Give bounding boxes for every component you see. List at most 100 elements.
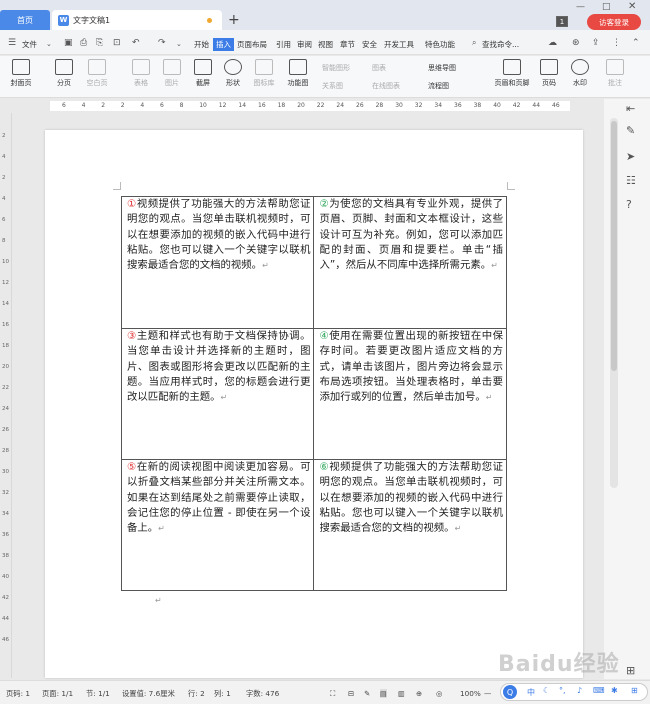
status-word-count[interactable]: 字数: 476 [246, 689, 279, 699]
tab-features[interactable]: 特色功能 [425, 39, 455, 50]
tab-reference[interactable]: 引用 [276, 39, 291, 50]
tab-security[interactable]: 安全 [362, 39, 377, 50]
window-count-badge[interactable]: 1 [556, 16, 568, 27]
fullscreen-icon[interactable]: ⛶ [330, 689, 335, 699]
status-section: 节: 1/1 [86, 689, 110, 698]
more-icon[interactable]: ⌄ [176, 40, 182, 48]
select-cursor-icon[interactable]: ➤ [626, 150, 635, 163]
vruler-tick-label: 32 [2, 490, 9, 496]
table-cell[interactable]: ③主题和样式也有助于文档保持协调。当您单击设计并选择新的主题时，图片、图表或图形… [120, 328, 315, 460]
edit-view-icon[interactable]: ✎ [364, 689, 370, 698]
cloud-icon[interactable]: ☁ [548, 38, 557, 48]
mind-map-button[interactable]: 思维导图 [428, 63, 456, 73]
table-cell[interactable]: ①视频提供了功能强大的方法帮助您证明您的观点。当您单击联机视频时，可以在想要添加… [120, 196, 315, 329]
search-icon[interactable]: ⌕ [472, 38, 476, 48]
document-page[interactable]: ①视频提供了功能强大的方法帮助您证明您的观点。当您单击联机视频时，可以在想要添加… [45, 130, 583, 678]
zoom-out-icon[interactable]: — [484, 689, 491, 698]
comment-button[interactable]: 批注 [598, 59, 632, 88]
smart-shape-button[interactable]: 智能图形 [322, 63, 350, 73]
web-view-icon[interactable]: ⊕ [416, 689, 422, 698]
flowchart-button[interactable]: 流程图 [428, 81, 449, 91]
ime-tools-icon[interactable]: ✱ [611, 686, 618, 695]
edit-pen-icon[interactable]: ✎ [626, 124, 635, 137]
maximize-icon[interactable]: □ [602, 2, 611, 12]
help-icon[interactable]: ? [626, 198, 632, 211]
table-cell[interactable]: ⑥视频提供了功能强大的方法帮助您证明您的观点。当您单击联机视频时，可以在想要添加… [313, 459, 507, 591]
ime-chinese-mode[interactable]: 中 [527, 687, 535, 698]
vertical-ruler[interactable]: 2 4 2 4 6 8 10 12 14 16 18 20 22 24 26 28 30 32 34 36 38 40 42… [0, 113, 12, 678]
document-tab[interactable]: W 文字文稿1 [52, 10, 222, 30]
page-break-button[interactable]: 分页 [47, 59, 81, 88]
search-command[interactable]: 查找命令... [482, 39, 519, 50]
chevron-down-icon[interactable]: ⌄ [46, 40, 52, 48]
blank-page-button[interactable]: 空白页 [80, 59, 114, 88]
tab-chapter[interactable]: 章节 [340, 39, 355, 50]
screenshot-button[interactable]: 截屏 [186, 59, 220, 88]
ime-punct-icon[interactable]: °, [559, 686, 566, 695]
ime-toolbar[interactable]: Q 中 ☾ °, ♪ ⌨ ✱ ⊞ [500, 683, 648, 701]
outline-view-icon[interactable]: ⊟ [348, 689, 354, 698]
home-tab[interactable]: 首页 [0, 10, 50, 30]
picture-button[interactable]: 图片 [155, 59, 189, 88]
tab-view[interactable]: 视图 [318, 39, 333, 50]
undo-icon[interactable]: ↶ [132, 38, 140, 48]
header-footer-button[interactable]: 页眉和页脚 [492, 59, 532, 88]
horizontal-ruler[interactable]: 6 4 2 2 4 6 8 10 12 14 16 18 20 22 24 26 28 30 32 34 36 38 40 4… [0, 99, 604, 113]
share-icon[interactable]: ⇪ [592, 38, 600, 48]
ime-keyboard-icon[interactable]: ⌨ [593, 686, 605, 695]
table-cell[interactable]: ②为使您的文档具有专业外观，提供了页眉、页脚、封面和文本框设计，这些设计可互为补… [313, 196, 507, 329]
table-cell[interactable]: ④使用在需要位置出现的新按钮在中保存时间。若要更改图片适应文档的方式，请单击该图… [313, 328, 507, 460]
tab-page-layout[interactable]: 页面布局 [237, 39, 267, 50]
side-panel-toggle-icon[interactable]: ⇤ [626, 102, 635, 115]
tab-review[interactable]: 审阅 [297, 39, 312, 50]
status-setting-value: 设置值: 7.6厘米 [122, 689, 175, 698]
print-icon[interactable]: ⎘ [96, 38, 103, 48]
function-chart-icon [289, 59, 307, 75]
ribbon-toolbar: 封面页 分页 空白页 表格 图片 截屏 形状 图标库 功能图 智能图形 图表 关… [0, 56, 650, 98]
file-menu[interactable]: 文件 [22, 39, 37, 50]
reading-view-icon[interactable]: ▥ [398, 689, 405, 698]
table-button[interactable]: 表格 [124, 59, 158, 88]
settings-sliders-icon[interactable]: ☷ [626, 174, 636, 187]
ime-menu-icon[interactable]: ⊞ [631, 686, 638, 695]
vruler-tick-label: 20 [2, 364, 9, 370]
table-cell[interactable]: ⑤在新的阅读视图中阅读更加容易。可以折叠文档某些部分并关注所需文本。如果在达到结… [120, 459, 315, 591]
minimize-icon[interactable]: — [576, 2, 585, 12]
visitor-login-button[interactable]: 访客登录 [587, 14, 641, 30]
zoom-level[interactable]: 100% [460, 689, 481, 698]
watermark-button[interactable]: 水印 [563, 59, 597, 88]
document-table[interactable]: ①视频提供了功能强大的方法帮助您证明您的观点。当您单击联机视频时，可以在想要添加… [120, 196, 507, 591]
tab-start[interactable]: 开始 [194, 39, 209, 50]
redo-icon[interactable]: ↷ [158, 38, 166, 48]
vruler-tick-label: 12 [2, 280, 9, 286]
export-pdf-icon[interactable]: ⎙ [80, 38, 87, 48]
ime-moon-icon[interactable]: ☾ [543, 686, 550, 695]
function-chart-button[interactable]: 功能图 [281, 59, 315, 88]
more-options-icon[interactable]: ⋮ [612, 38, 621, 48]
page-number-button[interactable]: 页码 [532, 59, 566, 88]
picture-icon [163, 59, 181, 75]
cover-page-button[interactable]: 封面页 [4, 59, 38, 88]
chart-button[interactable]: 图表 [372, 63, 386, 73]
ruler-tick-label: 26 [356, 102, 364, 109]
shape-button[interactable]: 形状 [216, 59, 250, 88]
paragraph-mark: ↵ [485, 393, 493, 403]
collapse-ribbon-icon[interactable]: ⌃ [632, 38, 640, 48]
relation-chart-button[interactable]: 关系图 [322, 81, 343, 91]
tab-developer[interactable]: 开发工具 [384, 39, 414, 50]
vruler-tick-label: 26 [2, 427, 9, 433]
apps-grid-icon[interactable]: ⊞ [626, 664, 635, 677]
menu-icon[interactable]: ☰ [8, 38, 16, 48]
online-chart-button[interactable]: 在线图表 [372, 81, 400, 91]
preview-icon[interactable]: ⊡ [113, 38, 121, 48]
collaborate-icon[interactable]: ⊛ [572, 38, 580, 48]
new-tab-button[interactable]: + [228, 12, 240, 28]
ime-mic-icon[interactable]: ♪ [577, 686, 582, 695]
save-icon[interactable]: ▣ [64, 38, 73, 48]
close-icon[interactable]: ✕ [628, 1, 636, 12]
icon-library-button[interactable]: 图标库 [247, 59, 281, 88]
scrollbar-thumb[interactable] [611, 121, 617, 371]
page-view-icon[interactable]: ▤ [380, 689, 387, 698]
tab-insert[interactable]: 插入 [213, 38, 234, 51]
eye-protect-icon[interactable]: ◎ [436, 689, 442, 698]
